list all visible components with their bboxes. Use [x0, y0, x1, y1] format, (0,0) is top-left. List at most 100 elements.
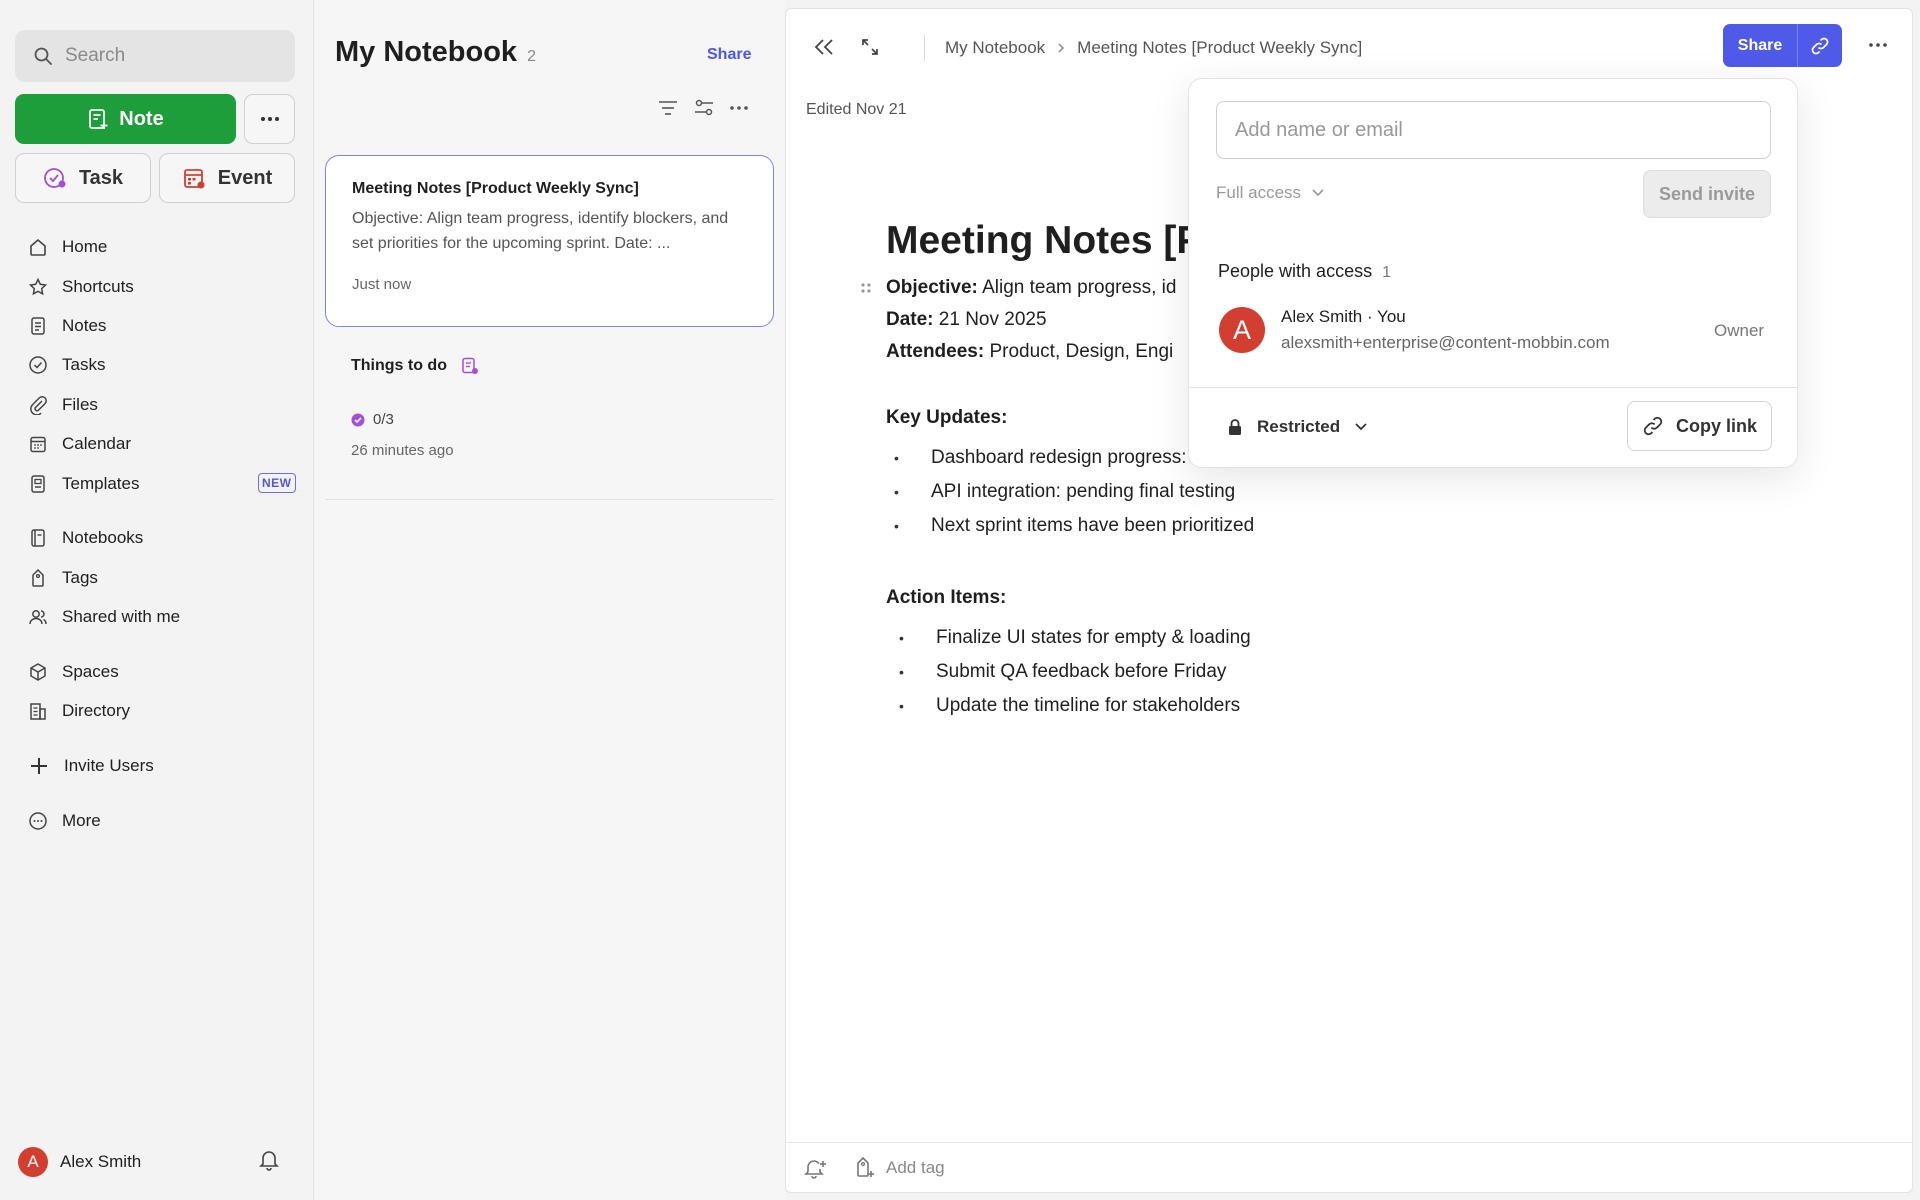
new-task-button[interactable]: Task — [15, 153, 151, 203]
note-card-title: Things to do — [351, 357, 447, 374]
expand-editor-button[interactable] — [860, 37, 880, 57]
more-dots-icon — [260, 117, 279, 121]
share-link-button[interactable] — [1798, 24, 1842, 67]
add-tag-placeholder: Add tag — [886, 1157, 945, 1177]
list-item: Next sprint items have been prioritized — [886, 509, 1254, 543]
template-icon — [31, 475, 45, 493]
create-more-button[interactable] — [244, 94, 295, 144]
access-level-dropdown[interactable]: Full access — [1216, 183, 1325, 203]
note-card-meeting-notes[interactable]: Meeting Notes [Product Weekly Sync] Obje… — [325, 155, 774, 327]
drag-handle-icon — [861, 283, 871, 293]
avatar: A — [18, 1147, 48, 1177]
nav-label: Tasks — [62, 355, 106, 374]
new-event-button[interactable]: Event — [159, 153, 295, 203]
divider — [1189, 387, 1797, 388]
breadcrumb: My Notebook Meeting Notes [Product Weekl… — [924, 35, 1362, 61]
nav-label: Tags — [62, 568, 98, 587]
notebook-share-link[interactable]: Share — [707, 46, 751, 64]
nav-label: Shared with me — [62, 607, 181, 626]
tag-icon — [32, 568, 44, 587]
chevron-down-icon — [1355, 423, 1367, 431]
note-card-things-to-do[interactable]: Things to do 0/3 26 minutes ago — [325, 345, 774, 500]
notifications-button[interactable] — [258, 1148, 280, 1172]
share-popover: Add name or email Full access Send invit… — [1188, 78, 1798, 468]
account-menu[interactable]: A Alex Smith — [18, 1147, 141, 1177]
search-icon — [34, 47, 52, 65]
nav-item-directory[interactable]: Directory — [28, 696, 130, 726]
nav-label: Spaces — [62, 662, 119, 681]
nav-label: Shortcuts — [62, 277, 134, 296]
nav-item-home[interactable]: Home — [28, 232, 107, 262]
nav-item-shared-with-me[interactable]: Shared with me — [28, 602, 180, 632]
nav-item-calendar[interactable]: Calendar — [28, 429, 131, 459]
restriction-value: Restricted — [1257, 417, 1341, 436]
invite-email-input[interactable]: Add name or email — [1216, 101, 1771, 159]
breadcrumb-notebook[interactable]: My Notebook — [945, 38, 1045, 58]
copy-link-label: Copy link — [1675, 415, 1757, 436]
note-list-more-button[interactable] — [729, 105, 749, 111]
editor-more-button[interactable] — [1868, 35, 1888, 55]
link-icon — [1811, 37, 1829, 54]
nav-label: Directory — [62, 701, 131, 720]
reminder-button[interactable] — [804, 1156, 828, 1180]
link-icon — [1643, 416, 1663, 436]
link-restriction-dropdown[interactable]: Restricted — [1227, 417, 1368, 437]
nav-item-tags[interactable]: Tags — [28, 563, 98, 593]
nav-item-notebooks[interactable]: Notebooks — [28, 523, 143, 553]
action-items-heading: Action Items: — [886, 587, 1007, 608]
notebook-title-text: My Notebook — [335, 36, 518, 68]
note-list-toolbar — [657, 98, 749, 118]
templates-new-badge: NEW — [258, 473, 296, 493]
nav-item-more[interactable]: More — [28, 806, 101, 836]
filter-icon — [659, 101, 677, 115]
expand-icon — [862, 39, 878, 55]
new-event-label: Event — [217, 166, 273, 189]
share-button[interactable]: Share — [1723, 24, 1798, 67]
nav-item-tasks[interactable]: Tasks — [28, 350, 105, 380]
star-icon — [28, 277, 48, 296]
note-card-title-row: Things to do — [351, 357, 748, 375]
nav-item-notes[interactable]: Notes — [28, 311, 106, 341]
date-label: Date: — [886, 309, 934, 330]
collapse-sidebar-button[interactable] — [812, 37, 836, 57]
nav-label: Notebooks — [62, 528, 144, 547]
search-input[interactable]: Search — [15, 30, 295, 82]
people-icon — [29, 610, 47, 625]
nav-label: Invite Users — [64, 756, 154, 775]
person-role: Owner — [1714, 321, 1765, 340]
task-progress-text: 0/3 — [373, 411, 394, 428]
note-list-panel: My Notebook 2 Share Meeting Notes [Produ… — [315, 0, 785, 1200]
access-level-value: Full access — [1216, 183, 1302, 202]
person-name: Alex Smith · You — [1281, 307, 1406, 326]
sliders-icon — [695, 99, 713, 116]
paperclip-icon — [30, 395, 47, 415]
drag-handle[interactable] — [860, 281, 872, 297]
new-note-button[interactable]: Note — [15, 94, 236, 144]
send-invite-button[interactable]: Send invite — [1643, 170, 1771, 218]
notebook-icon — [31, 529, 45, 547]
copy-link-button[interactable]: Copy link — [1627, 401, 1772, 451]
home-icon — [30, 238, 46, 256]
nav-item-files[interactable]: Files — [28, 390, 98, 420]
note-card-snippet: Objective: Align team progress, identify… — [352, 210, 729, 252]
breadcrumb-note: Meeting Notes [Product Weekly Sync] — [1077, 38, 1363, 57]
task-check-icon — [351, 413, 365, 426]
add-tag-field[interactable]: Add tag — [852, 1156, 945, 1180]
new-note-label: Note — [119, 107, 164, 130]
view-options-button[interactable] — [693, 98, 715, 118]
check-circle-icon — [29, 356, 47, 374]
objective-label: Objective: — [886, 277, 978, 298]
nav-item-templates[interactable]: Templates — [28, 469, 139, 499]
editor-footer: Add tag — [786, 1142, 1912, 1192]
filter-button[interactable] — [657, 98, 679, 118]
people-count: 1 — [1382, 264, 1391, 281]
user-name: Alex Smith — [60, 1152, 142, 1171]
people-heading-text: People with access — [1218, 261, 1373, 281]
action-items-list: Finalize UI states for empty & loading S… — [886, 621, 1254, 723]
nav-item-spaces[interactable]: Spaces — [28, 657, 119, 687]
nav-item-shortcuts[interactable]: Shortcuts — [28, 272, 134, 302]
nav-item-invite-users[interactable]: Invite Users — [28, 751, 154, 781]
building-icon — [30, 703, 46, 720]
share-button-group: Share — [1723, 24, 1842, 67]
chevron-right-icon — [1058, 43, 1065, 53]
